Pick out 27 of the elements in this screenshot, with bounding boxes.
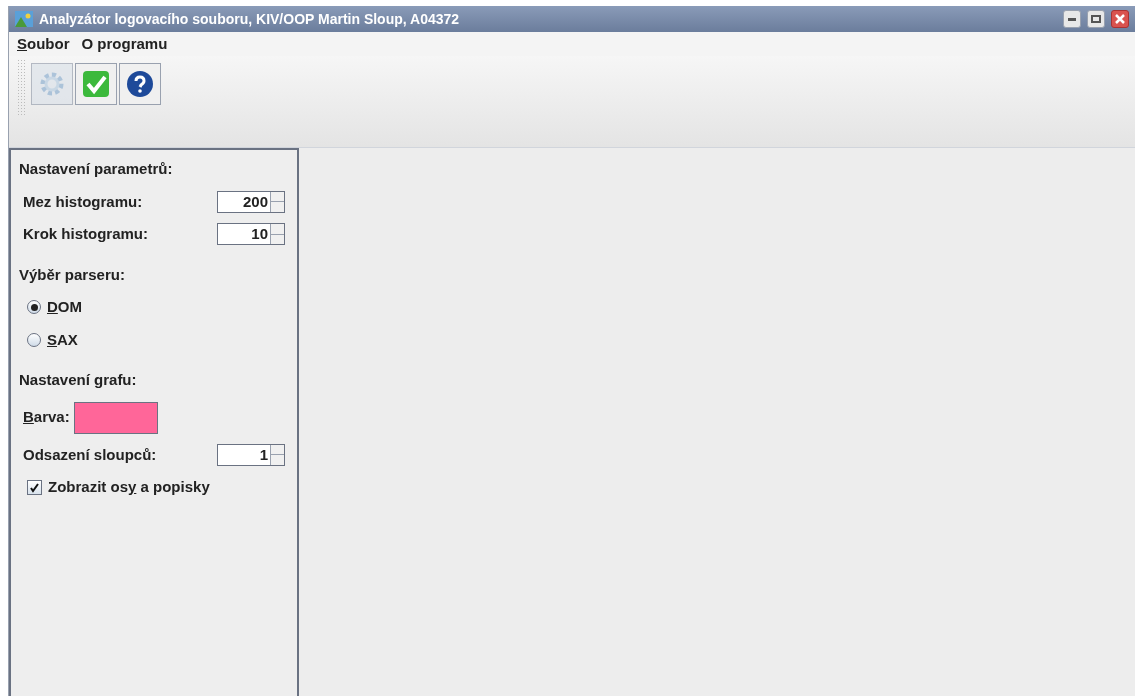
close-button[interactable] (1111, 10, 1129, 28)
checkmark-icon (29, 481, 40, 493)
field-label: Mez histogramu: (23, 191, 144, 212)
radio-option[interactable]: SAX (19, 328, 289, 351)
menu-item[interactable]: O programu (81, 32, 168, 56)
app-icon (15, 11, 33, 27)
help-icon (126, 70, 154, 98)
check-icon (82, 70, 110, 98)
field-label: Odsazení sloupců: (23, 444, 158, 465)
window-title: Analyzátor logovacího souboru, KIV/OOP Martin Sloup, A04372 (39, 9, 460, 29)
toolbar-button[interactable] (119, 63, 161, 105)
menu-item[interactable]: Soubor (17, 32, 70, 56)
section-heading: Výběr parseru: (19, 264, 126, 285)
number-spinner[interactable]: 200 (217, 190, 285, 213)
close-icon (1115, 14, 1125, 24)
number-spinner[interactable]: 1 (217, 443, 285, 466)
section-heading: Nastavení grafu: (19, 370, 138, 390)
radio-option[interactable]: DOM (19, 296, 289, 319)
section-heading: Nastavení parametrů: (19, 159, 174, 179)
field-label: Krok histogramu: (23, 224, 149, 244)
gear-icon (39, 71, 65, 97)
number-spinner[interactable]: 10 (217, 223, 285, 246)
field-label: Barva: (23, 407, 70, 428)
minimize-button[interactable] (1063, 10, 1081, 28)
maximize-button[interactable] (1087, 10, 1105, 28)
axes-checkbox[interactable]: Zobrazit osy a popisky (19, 476, 289, 499)
color-swatch[interactable] (73, 401, 158, 434)
